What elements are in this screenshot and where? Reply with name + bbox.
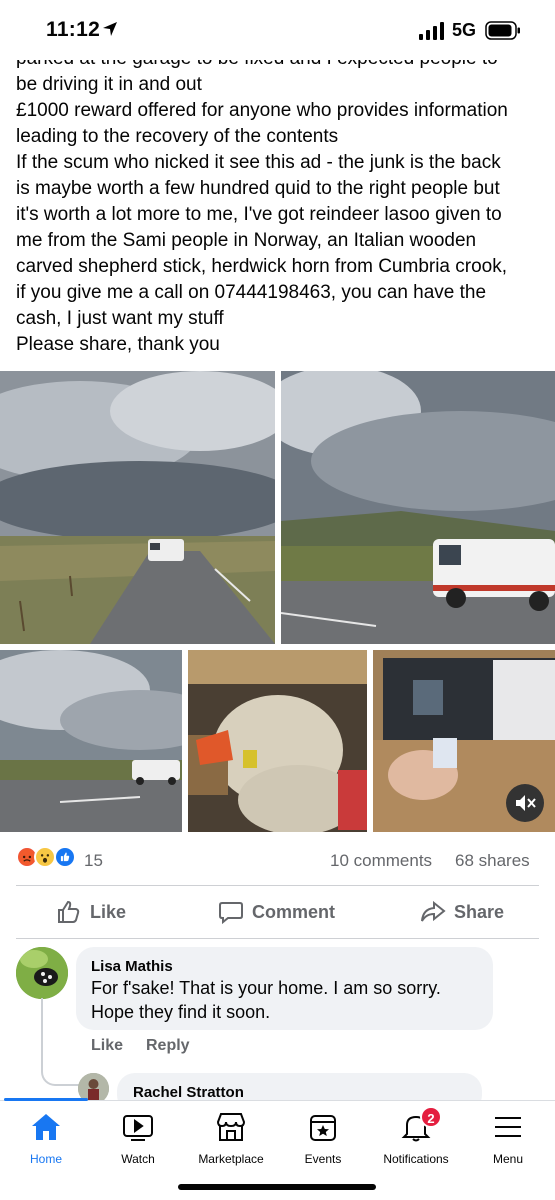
events-icon [310,1115,336,1141]
post-line: If the scum who nicked it see this ad - … [16,152,501,173]
comment-author[interactable]: Lisa Mathis [91,958,173,975]
tab-label: Marketplace [198,1152,264,1166]
comment-author[interactable]: Rachel Stratton [133,1084,244,1101]
post-line: be driving it in and out [16,74,202,95]
like-icon [54,846,76,868]
tab-label: Events [304,1152,342,1166]
tab-label: Notifications [383,1152,449,1166]
post-photo-van-parked[interactable] [281,371,555,644]
post-line: Please share, thank you [16,334,220,355]
wow-icon [34,846,56,868]
post-line: it's worth a lot more to me, I've got re… [16,204,502,225]
comment-label: Comment [252,901,336,922]
comment-button[interactable]: Comment [218,896,335,928]
thumbs-up-icon [58,900,80,923]
post-line: is maybe worth a few hundred quid to the… [16,178,500,199]
like-label: Like [90,901,127,922]
tab-events[interactable]: Events [275,1110,371,1166]
battery-icon [485,21,520,40]
post-photo-van-interior[interactable] [188,650,367,832]
comments-count[interactable]: 10 comments [330,851,432,871]
post-line: carved shepherd stick, herdwick horn fro… [16,256,508,277]
reply-thread-line [41,998,81,1086]
location-arrow-icon [103,22,117,36]
tab-watch[interactable]: Watch [90,1110,186,1166]
marketplace-icon [216,1113,246,1141]
tab-menu[interactable]: Menu [460,1110,555,1166]
menu-icon [495,1117,521,1137]
notification-badge: 2 [420,1106,442,1128]
share-arrow-icon [421,900,446,922]
active-tab-indicator [4,1098,88,1101]
divider [16,885,539,886]
home-icon [32,1114,60,1140]
mute-toggle-button[interactable] [506,784,544,822]
home-indicator[interactable] [178,1184,376,1190]
comment-bubble-icon [219,902,243,925]
tab-marketplace[interactable]: Marketplace [183,1110,279,1166]
avatar[interactable] [16,947,68,999]
speaker-muted-icon [516,795,536,811]
tab-notifications[interactable]: Notifications [368,1110,464,1166]
post-photo-road-van[interactable] [0,371,275,644]
signal-icon [419,22,444,40]
status-bar: 11:12 5G [0,0,555,60]
post-line: me from the Sami people in Norway, an It… [16,230,477,251]
reaction-count[interactable]: 15 [84,851,103,871]
share-label: Share [454,901,505,922]
comment-reply-button[interactable]: Reply [146,1037,190,1055]
comment-text: For f'sake! That is your home. I am so s… [91,978,441,998]
tab-label: Watch [121,1152,155,1166]
post-line: cash, I just want my stuff [16,308,224,329]
network-type: 5G [452,20,477,40]
post-line: £1000 reward offered for anyone who prov… [16,100,508,121]
share-button[interactable]: Share [420,896,504,928]
status-time: 11:12 [46,18,101,41]
post-line: if you give me a call on 07444198463, yo… [16,282,487,303]
post-body: parked at the garage to be fixed and I e… [16,46,546,358]
watch-icon [123,1115,153,1141]
divider [16,938,539,939]
post-line: leading to the recovery of the contents [16,126,339,147]
like-button[interactable]: Like [56,896,126,928]
comment-like-button[interactable]: Like [91,1037,123,1055]
tab-label: Home [29,1152,62,1166]
avatar-ladybird-image [16,947,68,999]
comment-text: Hope they find it soon. [91,1002,271,1022]
tab-label: Menu [492,1152,524,1166]
post-photo-road-clouds[interactable] [0,650,182,832]
tab-home[interactable]: Home [0,1110,94,1166]
shares-count[interactable]: 68 shares [455,851,530,871]
